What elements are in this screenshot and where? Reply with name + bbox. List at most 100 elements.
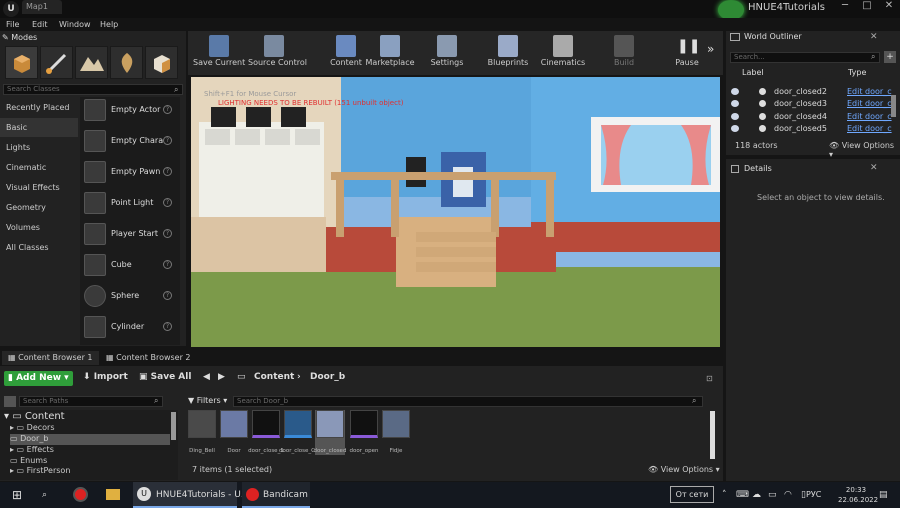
file-explorer-icon[interactable] (106, 489, 120, 500)
asset-tile[interactable]: Door (219, 410, 249, 455)
class-item[interactable]: Empty Pawn? (83, 159, 178, 187)
menu-file[interactable]: File (6, 18, 19, 31)
notifications-icon[interactable]: ▤ (879, 482, 888, 508)
outliner-row[interactable]: door_closed5 Edit door_c (729, 123, 894, 135)
tree-node[interactable]: ▸ ▭ Decors (10, 423, 55, 434)
back-arrow-icon[interactable]: ◀ (203, 372, 210, 382)
outliner-scrollbar[interactable] (891, 95, 896, 117)
outliner-col-type[interactable]: Type (848, 68, 866, 77)
category-lights[interactable]: Lights (0, 138, 78, 157)
network-status-badge[interactable]: От сети (670, 486, 714, 503)
category-basic[interactable]: Basic (0, 118, 78, 137)
category-recently-placed[interactable]: Recently Placed (0, 98, 78, 117)
tab-content-browser-2[interactable]: ▦ Content Browser 2 (100, 351, 197, 365)
class-item[interactable]: Cube? (83, 252, 178, 280)
class-item[interactable]: Player Start? (83, 221, 178, 249)
source-control-button[interactable]: Source Control (248, 33, 307, 73)
help-icon[interactable]: ? (163, 322, 172, 331)
outliner-row[interactable]: door_closed4 Edit door_c (729, 111, 894, 123)
build-button[interactable]: Build (598, 33, 650, 73)
save-all-button[interactable]: ▣ Save All (139, 372, 191, 382)
close-tab-icon[interactable]: ✕ (870, 163, 878, 173)
marketplace-button[interactable]: Marketplace (364, 33, 416, 73)
cinematics-button[interactable]: Cinematics (537, 33, 589, 73)
eye-icon[interactable] (731, 88, 739, 95)
tree-node[interactable]: ▾ ▭ Content (4, 411, 65, 422)
clock[interactable]: 20:33 22.06.2022 (838, 485, 878, 505)
category-all-classes[interactable]: All Classes (0, 238, 78, 257)
asset-tile[interactable]: door_close_Cue (279, 410, 317, 455)
tree-node[interactable]: ▸ ▭ FirstPerson (10, 466, 70, 477)
pause-button[interactable]: ❚❚ Pause (661, 33, 713, 73)
place-mode-icon[interactable] (5, 46, 38, 79)
details-title[interactable]: Details (744, 164, 772, 173)
help-icon[interactable]: ? (163, 167, 172, 176)
save-current-button[interactable]: Save Current (193, 33, 245, 73)
tray-app-icon[interactable]: ⌨ (736, 482, 749, 508)
outliner-col-label[interactable]: Label (742, 68, 764, 77)
help-icon[interactable]: ? (163, 198, 172, 207)
paint-mode-icon[interactable] (40, 46, 73, 79)
help-icon[interactable]: ? (163, 136, 172, 145)
eye-icon[interactable] (731, 113, 739, 120)
tray-chevron-icon[interactable]: ˄ (722, 482, 727, 508)
asset-tile[interactable]: Ding_Bell (187, 410, 217, 455)
category-cinematic[interactable]: Cinematic (0, 158, 78, 177)
tree-node-selected[interactable]: ▭ Door_b (10, 434, 170, 445)
outliner-search-input[interactable]: Search... (730, 52, 880, 63)
language-indicator[interactable]: РУС (806, 482, 821, 508)
foliage-mode-icon[interactable] (110, 46, 143, 79)
world-outliner-title[interactable]: World Outliner (744, 32, 802, 41)
class-item[interactable]: Empty Chara? (83, 128, 178, 156)
maximize-button[interactable]: □ (856, 0, 878, 14)
menu-edit[interactable]: Edit (32, 18, 48, 31)
settings-button[interactable]: Settings (421, 33, 473, 73)
wifi-icon[interactable]: ◠ (784, 482, 792, 508)
tab-content-browser-1[interactable]: ▦ Content Browser 1 (2, 351, 99, 365)
category-volumes[interactable]: Volumes (0, 218, 78, 237)
outliner-view-options[interactable]: 👁 View Options ▾ (829, 141, 900, 159)
class-item[interactable]: Empty Actor? (83, 97, 178, 125)
menu-help[interactable]: Help (100, 18, 118, 31)
close-button[interactable]: ✕ (878, 0, 900, 14)
help-icon[interactable]: ? (163, 260, 172, 269)
geometry-mode-icon[interactable] (145, 46, 178, 79)
toolbar-overflow-icon[interactable]: » (707, 42, 714, 56)
add-new-button[interactable]: ▮ Add New ▾ (4, 371, 73, 386)
outliner-row[interactable]: door_closed2 Edit door_c (729, 86, 894, 98)
class-item[interactable]: Sphere? (83, 283, 178, 311)
close-tab-icon[interactable]: ✕ (870, 32, 878, 42)
outliner-row[interactable]: door_closed3 Edit door_c (729, 98, 894, 110)
sources-toggle-icon[interactable] (4, 396, 16, 407)
search-paths-input[interactable]: Search Paths (19, 396, 163, 407)
menu-window[interactable]: Window (59, 18, 91, 31)
blueprints-button[interactable]: Blueprints (482, 33, 534, 73)
tree-node[interactable]: ▸ ▭ Effects (10, 445, 54, 456)
asset-tile[interactable]: door_open (349, 410, 379, 455)
eye-icon[interactable] (731, 125, 739, 132)
add-actor-icon[interactable]: + (884, 51, 896, 63)
asset-tile[interactable]: door_close_1 (248, 410, 284, 455)
help-icon[interactable]: ? (163, 105, 172, 114)
breadcrumb-content[interactable]: Content (254, 372, 294, 382)
modes-tab[interactable]: ✎ Modes (2, 31, 62, 44)
filters-button[interactable]: ▼ Filters ▾ (188, 396, 227, 405)
level-viewport[interactable] (191, 77, 720, 347)
tree-scrollbar[interactable] (171, 412, 176, 440)
category-geometry[interactable]: Geometry (0, 198, 78, 217)
level-tab[interactable]: Map1 (22, 0, 62, 14)
windows-start-icon[interactable]: ⊞ (12, 482, 22, 508)
class-item[interactable]: Cylinder? (83, 314, 178, 342)
breadcrumb-door-b[interactable]: Door_b (310, 372, 345, 382)
asset-search-input[interactable]: Search Door_b (233, 396, 703, 407)
cloud-icon[interactable]: ☁ (752, 482, 761, 508)
asset-tile-selected[interactable]: door_closed (314, 410, 346, 455)
search-classes-input[interactable]: Search Classes (3, 84, 183, 95)
asset-scrollbar[interactable] (710, 411, 715, 459)
landscape-mode-icon[interactable] (75, 46, 108, 79)
battery-icon[interactable]: ▭ (768, 482, 777, 508)
content-view-options[interactable]: 👁 View Options ▾ (648, 465, 720, 474)
minimize-button[interactable]: ─ (834, 0, 856, 14)
record-app-icon[interactable] (73, 487, 88, 502)
eye-icon[interactable] (731, 100, 739, 107)
